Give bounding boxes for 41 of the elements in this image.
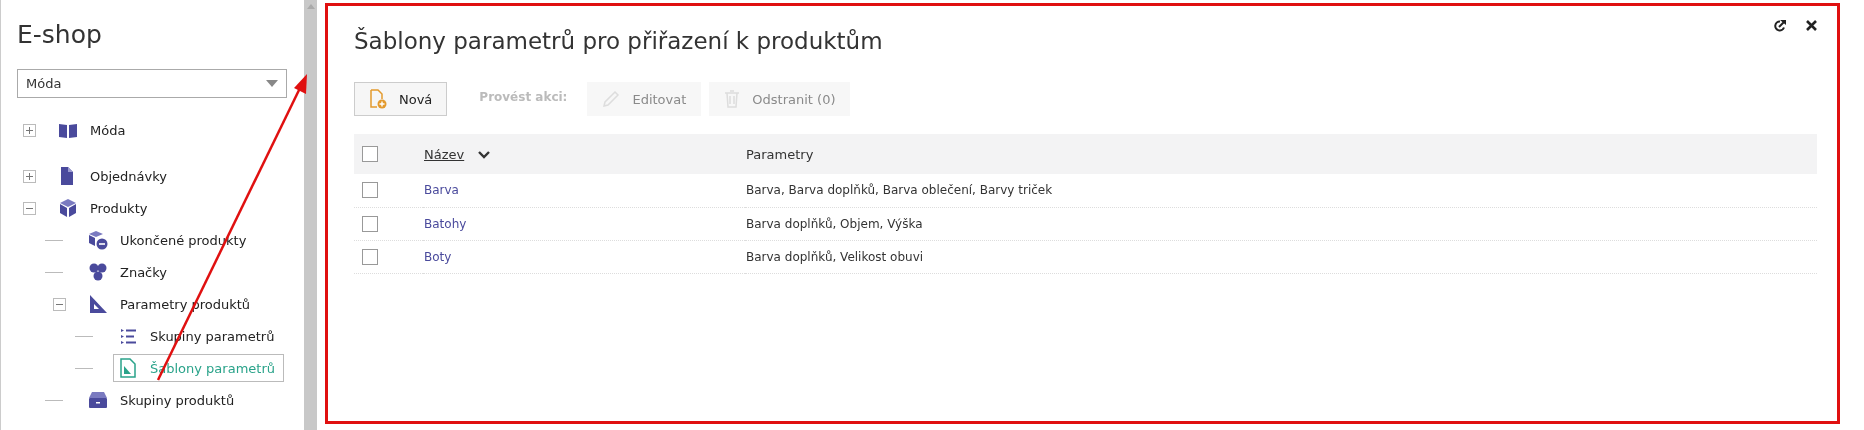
actions-label: Provést akci: [479,90,568,104]
row-checkbox[interactable] [362,215,378,232]
tree-item[interactable]: Značky [83,258,177,286]
cube-icon [58,198,78,218]
expand-toggle[interactable] [23,201,36,215]
pencil-icon [602,90,621,108]
expand-toggle[interactable] [53,297,66,311]
cube-minus-icon [88,230,108,250]
tree-item[interactable]: Produkty [53,194,157,222]
select-all-checkbox[interactable] [362,146,378,163]
scrollbar[interactable] [304,0,317,430]
expand-toggle[interactable] [23,123,36,137]
page-title: Šablony parametrů pro přiřazení k produktům [354,28,884,54]
category-dropdown[interactable]: Móda [17,69,287,98]
popout-icon[interactable] [1774,20,1786,32]
template-link[interactable]: Batohy [424,216,467,231]
circles-icon [88,262,108,282]
name-column-header[interactable]: Název [424,146,465,162]
close-icon[interactable] [1806,20,1817,31]
row-checkbox[interactable] [362,248,378,265]
tree-item[interactable]: Skupiny produktů [83,386,244,414]
table-cell: Barva doplňků, Velikost obuvi [746,249,924,264]
document-ruler-icon [118,358,138,378]
sidebar-title: E-shop [17,20,103,49]
template-link[interactable]: Boty [424,249,452,264]
table-cell: Barva doplňků, Objem, Výška [746,216,923,231]
new-button[interactable]: Nová [354,82,448,116]
row-checkbox[interactable] [362,182,378,199]
column-header: Parametry [746,146,814,162]
drawer-icon [88,390,108,410]
expand-toggle[interactable] [23,169,36,183]
table-cell: Barva, Barva doplňků, Barva oblečení, Barvy triček [746,183,1053,198]
tree-item[interactable]: Móda [53,116,135,144]
sort-chevron-icon[interactable] [478,150,491,159]
tree-item[interactable]: Objednávky [53,162,176,190]
caret-icon [266,80,278,87]
trash-icon [724,90,741,108]
triangle-ruler-icon [88,294,108,314]
template-link[interactable]: Barva [424,183,459,198]
list-icon [118,326,138,346]
new-document-icon [369,89,387,109]
